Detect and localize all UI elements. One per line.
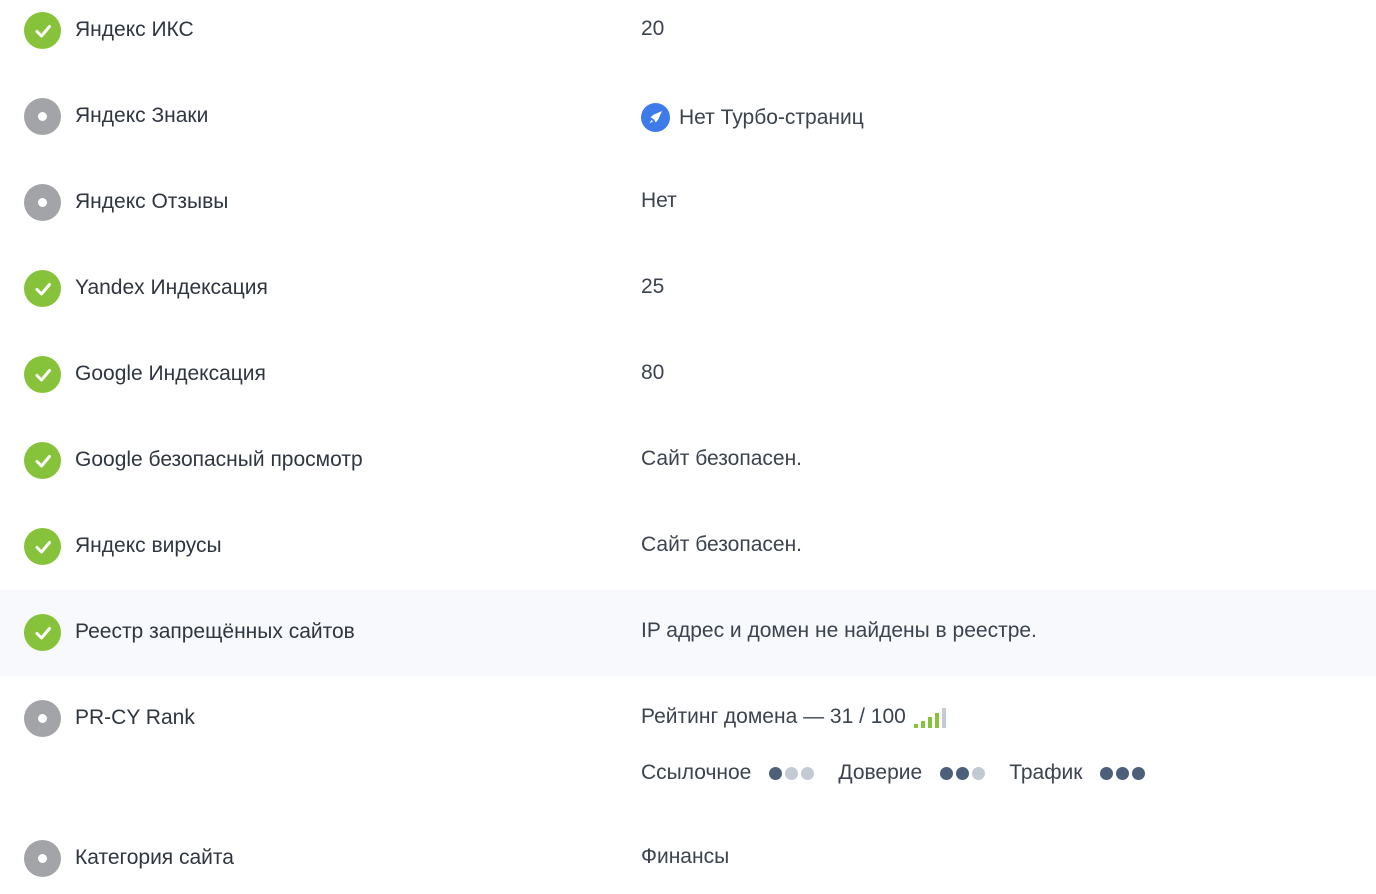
metric-trust: Доверие <box>838 761 986 785</box>
check-icon <box>24 614 61 651</box>
rating-dot <box>1116 766 1130 780</box>
row-yandex-indexing: Yandex Индексация 25 <box>0 258 1376 344</box>
row-value: 25 <box>641 275 665 298</box>
signal-bar <box>941 707 946 728</box>
row-site-category: Категория сайта Финансы <box>0 828 1376 894</box>
row-label: Яндекс ИКС <box>75 18 194 41</box>
signal-bar <box>920 720 925 728</box>
rating-dot <box>972 766 986 780</box>
rating-dot <box>785 766 799 780</box>
rating-dots <box>1100 766 1146 780</box>
metric-links: Ссылочное <box>641 761 815 785</box>
metric-traffic: Трафик <box>1009 761 1146 785</box>
row-label: Реестр запрещённых сайтов <box>75 620 355 643</box>
row-label: Google безопасный просмотр <box>75 448 363 471</box>
rating-dot <box>769 766 783 780</box>
row-value: 20 <box>641 17 665 40</box>
row-value: IP адрес и домен не найдены в реестре. <box>641 619 1037 642</box>
rocket-icon <box>641 103 670 132</box>
rating-dots <box>940 766 986 780</box>
rating-dot <box>956 766 970 780</box>
row-label: Google Индексация <box>75 362 266 385</box>
row-label: Яндекс вирусы <box>75 534 222 557</box>
row-label: Категория сайта <box>75 846 234 869</box>
row-prcy-rank: PR-CY Rank Рейтинг домена — 31 / 100 Ссы… <box>0 688 1376 828</box>
row-value: Финансы <box>641 845 730 868</box>
check-icon <box>24 442 61 479</box>
row-label: Яндекс Знаки <box>75 104 209 127</box>
prcy-metrics: Ссылочное Доверие Трафик <box>641 761 1169 785</box>
row-yandex-reviews: Яндекс Отзывы Нет <box>0 172 1376 258</box>
row-yandex-znaki: Яндекс Знаки Нет Турбо-страниц <box>0 86 1376 172</box>
rating-dots <box>769 766 815 780</box>
check-icon <box>24 12 61 49</box>
check-icon <box>24 528 61 565</box>
row-value: Сайт безопасен. <box>641 533 803 556</box>
neutral-status-icon <box>24 98 61 135</box>
row-label: Яндекс Отзывы <box>75 190 229 213</box>
neutral-status-icon <box>24 840 61 877</box>
check-icon <box>24 356 61 393</box>
row-value: Нет <box>641 189 677 212</box>
row-value: Сайт безопасен. <box>641 447 803 470</box>
row-value: Нет Турбо-страниц <box>641 103 864 132</box>
row-google-indexing: Google Индексация 80 <box>0 344 1376 430</box>
signal-bar <box>934 712 939 728</box>
row-yandex-iks: Яндекс ИКС 20 <box>0 0 1376 86</box>
signal-bar <box>927 716 932 728</box>
row-banned-registry: Реестр запрещённых сайтов IP адрес и дом… <box>0 590 1376 676</box>
row-value: Рейтинг домена — 31 / 100 <box>641 705 946 729</box>
row-value: 80 <box>641 361 665 384</box>
row-label: Yandex Индексация <box>75 276 268 299</box>
signal-bar <box>913 723 918 728</box>
rating-dot <box>940 766 954 780</box>
rating-dot <box>1132 766 1146 780</box>
analysis-list: Яндекс ИКС 20 Яндекс Знаки Нет Турбо-стр… <box>0 0 1376 894</box>
rating-dot <box>801 766 815 780</box>
signal-bars-icon <box>913 707 946 728</box>
row-label: PR-CY Rank <box>75 706 195 729</box>
check-icon <box>24 270 61 307</box>
neutral-status-icon <box>24 184 61 221</box>
row-google-safe-browsing: Google безопасный просмотр Сайт безопасе… <box>0 430 1376 516</box>
rating-dot <box>1100 766 1114 780</box>
neutral-status-icon <box>24 700 61 737</box>
